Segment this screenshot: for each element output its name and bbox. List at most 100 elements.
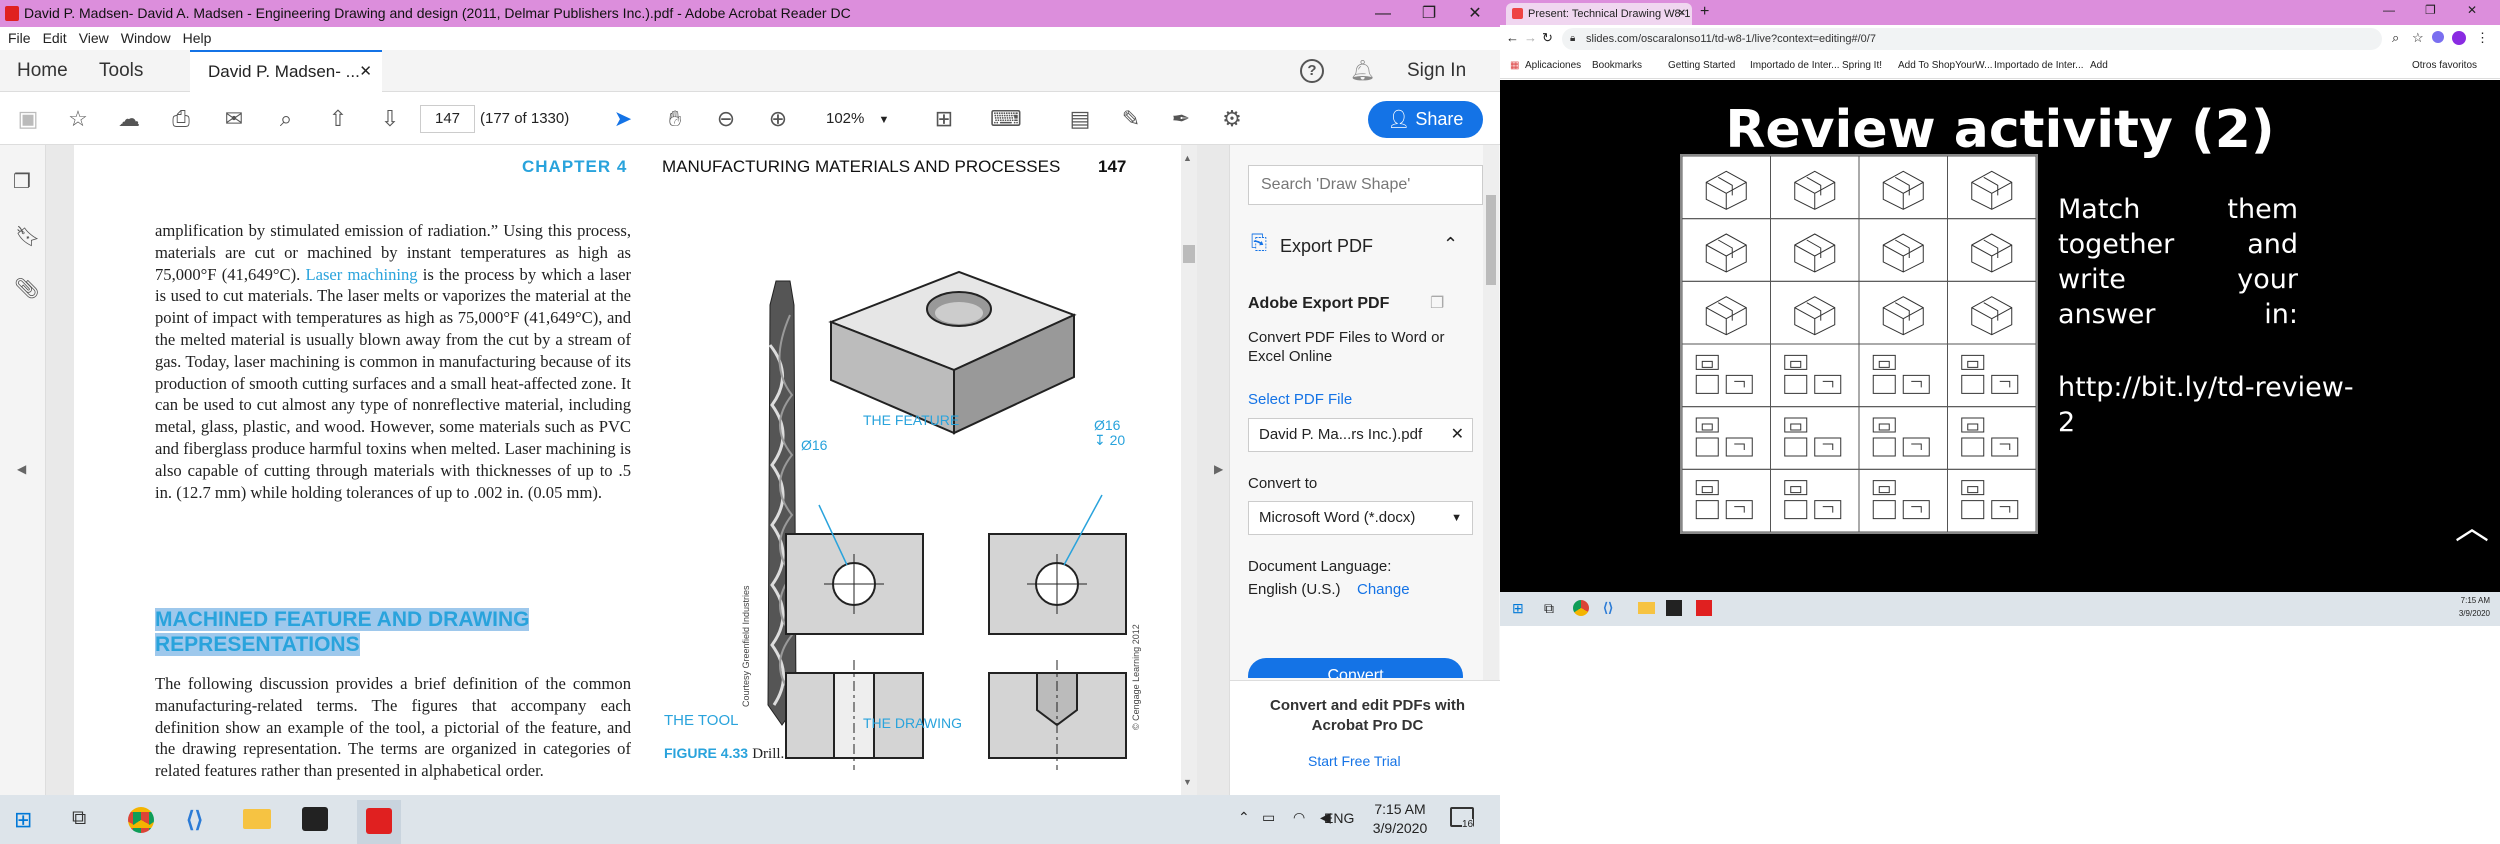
- next-page-icon[interactable]: ⇩: [376, 105, 404, 133]
- scroll-up-icon[interactable]: ▲: [1183, 153, 1192, 163]
- remote-acrobat-icon[interactable]: [1696, 600, 1712, 616]
- select-pdf-link[interactable]: Select PDF File: [1248, 391, 1352, 408]
- document-scrollbar[interactable]: ▲ ▼: [1181, 145, 1197, 795]
- help-icon[interactable]: ?: [1300, 59, 1324, 83]
- bookmark-apps[interactable]: Aplicaciones: [1525, 53, 1581, 79]
- panel-scrollbar[interactable]: [1483, 145, 1499, 680]
- notification-bell-icon[interactable]: 🔔︎: [1350, 58, 1375, 83]
- search-zoom-icon[interactable]: ⌕: [272, 105, 300, 133]
- bookmarks-icon[interactable]: 🔖︎: [15, 224, 40, 249]
- home-tab[interactable]: Home: [17, 50, 68, 92]
- chrome-tab-close-icon[interactable]: ✕: [1678, 3, 1686, 25]
- expand-right-panel-icon[interactable]: ▶: [1214, 462, 1223, 476]
- reload-icon[interactable]: ↻: [1542, 30, 1553, 46]
- slide-answer-link[interactable]: http://bit.ly/td-review-2: [2058, 370, 2358, 440]
- free-trial-link[interactable]: Start Free Trial: [1308, 753, 1401, 769]
- language-indicator[interactable]: ENG: [1324, 810, 1354, 826]
- url-field[interactable]: 🔒︎ slides.com/oscaralonso11/td-w8-1/live…: [1562, 28, 2382, 50]
- chrome-close-icon[interactable]: ✕: [2467, 3, 2477, 17]
- remote-vscode-icon[interactable]: ⟨⟩: [1603, 600, 1613, 616]
- export-pdf-header[interactable]: ⎘ Export PDF ⌃: [1243, 228, 1488, 264]
- print-icon[interactable]: ⎙: [167, 105, 195, 133]
- other-bookmarks[interactable]: Otros favoritos: [2412, 53, 2477, 79]
- close-window-icon[interactable]: ✕: [1452, 0, 1498, 27]
- change-language-link[interactable]: Change: [1357, 581, 1410, 598]
- page-number-input[interactable]: 147: [420, 105, 475, 133]
- hand-tool-icon[interactable]: ✋︎: [661, 105, 689, 133]
- remote-explorer-icon[interactable]: [1638, 602, 1655, 614]
- format-select[interactable]: Microsoft Word (*.docx) ▼: [1248, 501, 1473, 535]
- stamp-icon[interactable]: ⚙: [1218, 105, 1246, 133]
- menu-view[interactable]: View: [79, 30, 109, 46]
- highlight-pen-icon[interactable]: ✎: [1117, 105, 1145, 133]
- remote-task-view-icon[interactable]: ⧉: [1544, 600, 1554, 617]
- comment-icon[interactable]: ▤: [1066, 105, 1094, 133]
- convert-button[interactable]: Convert: [1248, 658, 1463, 678]
- upload-cloud-icon[interactable]: ☁: [115, 105, 143, 133]
- chrome-taskbar-icon[interactable]: [128, 807, 154, 833]
- clear-file-icon[interactable]: ✕: [1451, 419, 1464, 451]
- menu-window[interactable]: Window: [121, 30, 171, 46]
- select-cursor-icon[interactable]: ➤: [609, 105, 637, 133]
- bookmark-star-chrome-icon[interactable]: ☆: [2412, 30, 2424, 46]
- windows-start-icon[interactable]: ⊞: [14, 807, 32, 833]
- task-view-icon[interactable]: ⧉: [72, 807, 86, 830]
- bookmark-add[interactable]: Add: [2090, 53, 2108, 79]
- new-tab-icon[interactable]: +: [1700, 3, 1709, 21]
- profile-avatar[interactable]: [2452, 31, 2466, 45]
- close-tab-icon[interactable]: ✕: [359, 52, 372, 92]
- zoom-in-icon[interactable]: ⊕: [764, 105, 792, 133]
- share-button[interactable]: 👤︎ Share: [1368, 101, 1483, 138]
- sign-in-link[interactable]: Sign In: [1407, 50, 1466, 92]
- page-display-icon[interactable]: ⊞: [930, 105, 958, 133]
- remote-game-icon[interactable]: [1666, 600, 1682, 616]
- attachments-icon[interactable]: 📎︎: [14, 276, 39, 301]
- selected-file-field[interactable]: David P. Ma...rs Inc.).pdf ✕: [1248, 418, 1473, 452]
- wifi-icon[interactable]: ◠: [1293, 809, 1305, 826]
- remote-start-icon[interactable]: ⊞: [1512, 600, 1524, 617]
- bookmark-importado-2[interactable]: Importado de Inter...: [1994, 53, 2084, 79]
- menu-help[interactable]: Help: [183, 30, 212, 46]
- extension-icon[interactable]: [2432, 31, 2444, 43]
- save-icon[interactable]: ▣: [14, 105, 42, 133]
- chrome-restore-icon[interactable]: ❐: [2425, 3, 2436, 17]
- laser-machining-link[interactable]: Laser machining: [305, 265, 417, 284]
- keyboard-icon[interactable]: ⌨: [990, 105, 1022, 133]
- forward-icon[interactable]: →: [1524, 30, 1537, 45]
- bookmark-star-icon[interactable]: ☆: [64, 105, 92, 133]
- bookmark-importado-1[interactable]: Importado de Inter...: [1750, 53, 1840, 79]
- sign-icon[interactable]: ✒: [1167, 105, 1195, 133]
- vscode-taskbar-icon[interactable]: ⟨⟩: [186, 807, 203, 833]
- scroll-thumb[interactable]: [1183, 245, 1195, 263]
- restore-icon[interactable]: ❐: [1406, 0, 1452, 27]
- zoom-page-icon[interactable]: ⌕: [2392, 30, 2399, 46]
- bookmark-shopyourway[interactable]: Add To ShopYourW...: [1898, 53, 1993, 79]
- chrome-tab-active[interactable]: Present: Technical Drawing W8-1 ✕: [1506, 3, 1692, 25]
- email-icon[interactable]: ✉: [220, 105, 248, 133]
- bookmark-getting-started[interactable]: Getting Started: [1668, 53, 1735, 79]
- game-app-taskbar-icon[interactable]: [302, 807, 328, 831]
- bookmark-spring-it[interactable]: Spring It!: [1842, 53, 1882, 79]
- document-tab[interactable]: David P. Madsen- ... ✕: [190, 50, 382, 92]
- zoom-select[interactable]: 102% ▼: [818, 105, 898, 133]
- page-thumbnails-icon[interactable]: ❐: [13, 169, 31, 194]
- navigate-up-icon[interactable]: ︿: [2455, 500, 2489, 549]
- scroll-down-icon[interactable]: ▼: [1183, 777, 1192, 787]
- tray-chevron-icon[interactable]: ⌃: [1238, 809, 1250, 826]
- tools-tab[interactable]: Tools: [99, 50, 143, 92]
- menu-edit[interactable]: Edit: [43, 30, 67, 46]
- previous-page-icon[interactable]: ⇧: [324, 105, 352, 133]
- remote-chrome-icon[interactable]: [1573, 600, 1589, 616]
- bookmark-bookmarks[interactable]: Bookmarks: [1592, 53, 1642, 79]
- minimize-icon[interactable]: —: [1360, 0, 1406, 27]
- collapse-left-icon[interactable]: ◀: [17, 462, 26, 476]
- chrome-minimize-icon[interactable]: —: [2383, 3, 2395, 17]
- chrome-menu-icon[interactable]: ⋮: [2476, 30, 2489, 46]
- menu-file[interactable]: File: [8, 30, 31, 46]
- back-icon[interactable]: ←: [1506, 30, 1519, 45]
- search-tools-input[interactable]: Search 'Draw Shape': [1248, 165, 1483, 205]
- copy-icon[interactable]: ❐: [1430, 293, 1444, 313]
- zoom-out-icon[interactable]: ⊖: [712, 105, 740, 133]
- collapse-icon[interactable]: ⌃: [1443, 234, 1458, 255]
- acrobat-taskbar-item[interactable]: [357, 800, 401, 844]
